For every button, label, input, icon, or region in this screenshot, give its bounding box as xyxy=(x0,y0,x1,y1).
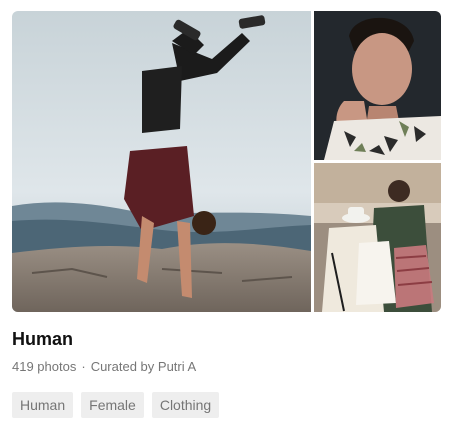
tag-clothing[interactable]: Clothing xyxy=(151,392,220,418)
tag-human[interactable]: Human xyxy=(12,392,74,418)
collection-photo-mosaic[interactable] xyxy=(12,11,441,312)
meta-separator: · xyxy=(81,359,86,374)
photo-couple-market-bags[interactable] xyxy=(314,163,441,312)
tag-female[interactable]: Female xyxy=(81,392,144,418)
photo-handstand-cliff[interactable] xyxy=(12,11,311,312)
collection-meta: 419 photos · Curated by Putri A xyxy=(12,359,196,374)
curator-link[interactable]: Putri A xyxy=(158,359,196,374)
collection-card: Human 419 photos · Curated by Putri A Huma… xyxy=(0,0,453,432)
photo-count: 419 photos xyxy=(12,359,77,374)
tag-list: Human Female Clothing xyxy=(12,392,220,418)
photo-man-portrait[interactable] xyxy=(314,11,441,160)
collection-title[interactable]: Human xyxy=(12,329,73,350)
curated-by-label: Curated by xyxy=(90,359,155,374)
